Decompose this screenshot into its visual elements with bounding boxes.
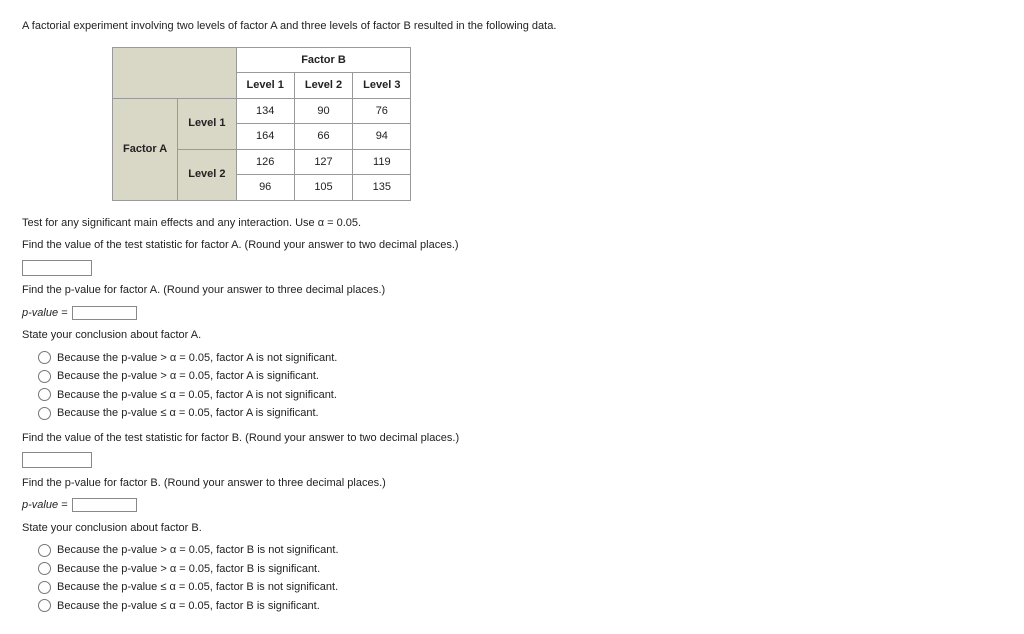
conclusion-b-title: State your conclusion about factor B.: [22, 520, 1002, 537]
conc-b-radio-4[interactable]: [38, 599, 51, 612]
pvalue-b-input[interactable]: [72, 498, 137, 512]
intro-text: A factorial experiment involving two lev…: [22, 18, 1002, 35]
cell: 76: [353, 98, 411, 124]
question-pvalue-b: Find the p-value for factor B. (Round yo…: [22, 475, 1002, 492]
conc-a-opt-2: Because the p-value > α = 0.05, factor A…: [57, 368, 319, 385]
teststat-a-input[interactable]: [22, 260, 92, 276]
instruction-test: Test for any significant main effects an…: [22, 215, 1002, 232]
conc-b-radio-3[interactable]: [38, 581, 51, 594]
col-head-3: Level 3: [353, 73, 411, 99]
conc-b-opt-4: Because the p-value ≤ α = 0.05, factor B…: [57, 598, 320, 615]
cell: 164: [236, 124, 294, 150]
col-head-2: Level 2: [294, 73, 352, 99]
pvalue-a-label: p-value =: [22, 305, 68, 322]
conclusion-b-options: Because the p-value > α = 0.05, factor B…: [38, 542, 1002, 614]
cell: 127: [294, 149, 352, 175]
cell: 96: [236, 175, 294, 201]
conc-b-opt-3: Because the p-value ≤ α = 0.05, factor B…: [57, 579, 338, 596]
data-table: Factor B Level 1 Level 2 Level 3 Factor …: [112, 47, 411, 201]
conc-b-radio-2[interactable]: [38, 562, 51, 575]
row-head-2: Level 2: [178, 149, 236, 200]
cell: 134: [236, 98, 294, 124]
cell: 126: [236, 149, 294, 175]
conclusion-a-options: Because the p-value > α = 0.05, factor A…: [38, 350, 1002, 422]
conc-a-radio-3[interactable]: [38, 388, 51, 401]
factor-b-header: Factor B: [236, 47, 411, 73]
teststat-b-input[interactable]: [22, 452, 92, 468]
cell: 105: [294, 175, 352, 201]
conc-a-radio-4[interactable]: [38, 407, 51, 420]
conc-a-radio-1[interactable]: [38, 351, 51, 364]
cell: 66: [294, 124, 352, 150]
cell: 119: [353, 149, 411, 175]
conc-a-opt-3: Because the p-value ≤ α = 0.05, factor A…: [57, 387, 337, 404]
cell: 94: [353, 124, 411, 150]
conc-a-opt-1: Because the p-value > α = 0.05, factor A…: [57, 350, 337, 367]
conclusion-a-title: State your conclusion about factor A.: [22, 327, 1002, 344]
pvalue-b-label: p-value =: [22, 497, 68, 514]
question-pvalue-a: Find the p-value for factor A. (Round yo…: [22, 282, 1002, 299]
cell: 135: [353, 175, 411, 201]
col-head-1: Level 1: [236, 73, 294, 99]
row-head-1: Level 1: [178, 98, 236, 149]
pvalue-a-input[interactable]: [72, 306, 137, 320]
question-teststat-a: Find the value of the test statistic for…: [22, 237, 1002, 254]
cell: 90: [294, 98, 352, 124]
conc-b-opt-1: Because the p-value > α = 0.05, factor B…: [57, 542, 339, 559]
conc-b-opt-2: Because the p-value > α = 0.05, factor B…: [57, 561, 320, 578]
conc-b-radio-1[interactable]: [38, 544, 51, 557]
question-teststat-b: Find the value of the test statistic for…: [22, 430, 1002, 447]
factor-a-header: Factor A: [113, 98, 178, 200]
conc-a-radio-2[interactable]: [38, 370, 51, 383]
conc-a-opt-4: Because the p-value ≤ α = 0.05, factor A…: [57, 405, 319, 422]
